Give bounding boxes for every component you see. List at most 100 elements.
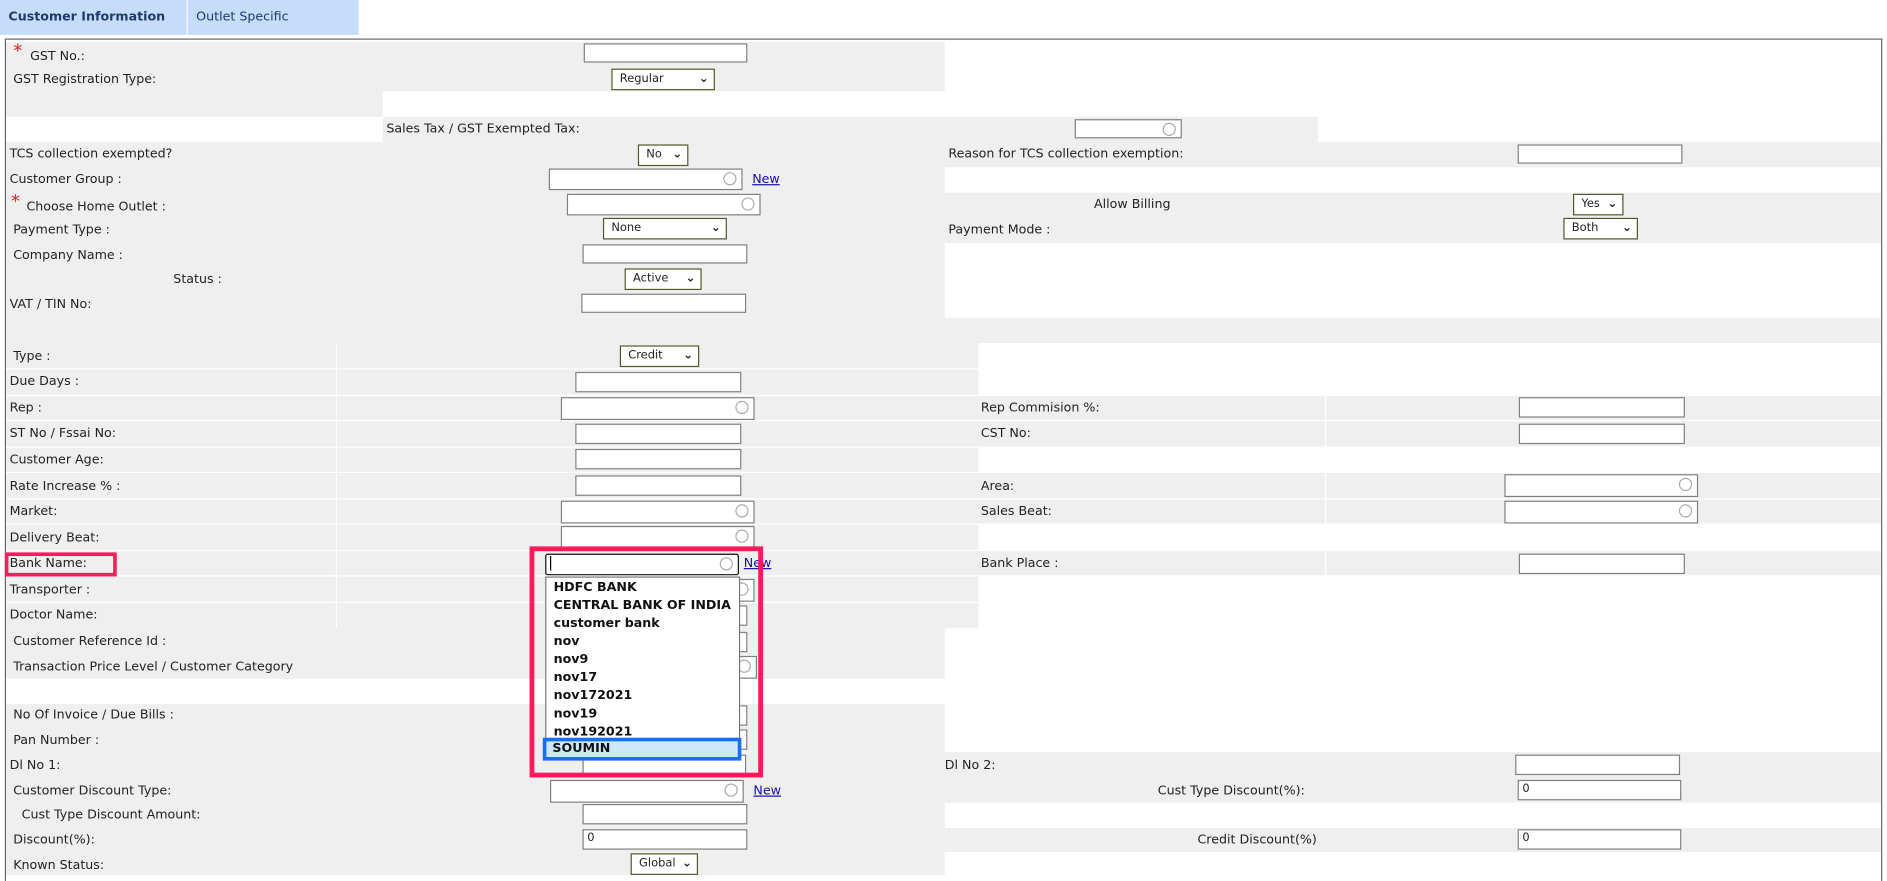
bank-place-input[interactable]: [1518, 553, 1685, 575]
transporter-label: Transporter :: [9, 582, 91, 597]
divider: [6, 523, 1882, 525]
cst-no-label: CST No:: [980, 426, 1031, 441]
sales-beat-input[interactable]: [1504, 500, 1699, 524]
status-select[interactable]: Active ⌄: [624, 268, 702, 291]
payment-type-select[interactable]: None ⌄: [602, 217, 727, 240]
rep-input[interactable]: [560, 397, 755, 421]
pan-label: Pan Number :: [13, 732, 100, 748]
credit-discount-input[interactable]: 0: [1517, 829, 1682, 850]
known-status-select[interactable]: Global ⌄: [630, 853, 699, 875]
required-marker: *: [10, 190, 20, 212]
row-bg: [6, 317, 1882, 343]
select-value: Global: [639, 856, 676, 871]
divider: [335, 342, 337, 629]
chevron-down-icon: ⌄: [685, 271, 696, 286]
due-days-label: Due Days :: [9, 374, 79, 389]
cust-discount-type-new-link[interactable]: New: [753, 783, 781, 797]
cust-discount-type-label: Customer Discount Type:: [13, 783, 172, 798]
vat-tin-input[interactable]: [581, 293, 747, 313]
select-value: Yes: [1581, 197, 1600, 211]
required-marker: *: [13, 39, 23, 62]
chevron-down-icon: ⌄: [683, 349, 694, 363]
market-input[interactable]: [560, 500, 755, 524]
select-value: Active: [633, 271, 669, 286]
delivery-beat-input[interactable]: [560, 525, 755, 549]
customer-age-input[interactable]: [575, 448, 742, 470]
gst-reg-type-label: GST Registration Type:: [13, 72, 157, 87]
chevron-down-icon: ⌄: [1607, 197, 1618, 211]
row-bg: [6, 243, 945, 318]
area-input[interactable]: [1504, 474, 1699, 498]
divider: [6, 601, 1882, 603]
cust-type-discount-amount-label: Cust Type Discount Amount:: [21, 807, 201, 822]
tab-outlet-specific[interactable]: Outlet Specific: [187, 0, 359, 35]
customer-ref-label: Customer Reference Id :: [13, 634, 167, 649]
known-status-label: Known Status:: [13, 858, 105, 873]
divider: [6, 471, 1882, 473]
credit-discount-label: Credit Discount(%): [1197, 832, 1317, 848]
company-name-label: Company Name :: [13, 247, 123, 263]
rep-commission-input[interactable]: [1518, 397, 1685, 418]
allow-billing-select[interactable]: Yes ⌄: [1572, 193, 1624, 216]
rate-increase-input[interactable]: [575, 475, 742, 496]
divider: [6, 498, 1882, 500]
row-bg: [6, 167, 945, 193]
sales-tax-exempt-label: Sales Tax / GST Exempted Tax:: [386, 121, 580, 136]
chevron-down-icon: ⌄: [698, 72, 709, 86]
discount-pct-input[interactable]: 0: [582, 829, 748, 850]
delivery-beat-label: Delivery Beat:: [9, 530, 100, 546]
select-value: Credit: [628, 349, 663, 363]
chevron-down-icon: ⌄: [710, 221, 721, 235]
cst-no-input[interactable]: [1518, 423, 1685, 445]
payment-type-label: Payment Type :: [13, 222, 110, 238]
st-no-label: ST No / Fssai No:: [9, 426, 117, 441]
market-label: Market:: [9, 504, 58, 519]
company-name-input[interactable]: [582, 244, 748, 264]
type-label: Type :: [13, 349, 51, 364]
due-days-input[interactable]: [575, 371, 742, 393]
type-select[interactable]: Credit ⌄: [619, 345, 700, 368]
customer-group-new-link[interactable]: New: [752, 172, 780, 186]
tcs-exempted-select[interactable]: No ⌄: [637, 144, 689, 167]
tab-customer-information[interactable]: Customer Information: [0, 0, 187, 35]
divider: [6, 549, 1882, 552]
home-outlet-input[interactable]: [566, 193, 761, 216]
cust-type-discount-amount-input[interactable]: [582, 803, 748, 825]
status-label: Status :: [173, 271, 222, 287]
cust-type-discount-pct-input[interactable]: 0: [1517, 779, 1682, 801]
area-label: Area:: [980, 478, 1015, 494]
customer-age-label: Customer Age:: [9, 452, 104, 467]
select-value: No: [646, 148, 662, 162]
sales-tax-exempt-input[interactable]: [1074, 119, 1182, 139]
select-value: Both: [1571, 221, 1599, 235]
customer-group-input[interactable]: [548, 168, 743, 191]
select-value: None: [611, 221, 642, 235]
dl2-input[interactable]: [1515, 754, 1681, 776]
customer-group-label: Customer Group :: [9, 172, 122, 187]
rep-commission-label: Rep Commision %:: [980, 400, 1100, 416]
st-no-input[interactable]: [575, 423, 742, 445]
divider: [6, 446, 1882, 448]
dl2-label: Dl No 2:: [944, 758, 996, 773]
chevron-down-icon: ⌄: [672, 148, 683, 162]
rate-increase-label: Rate Increase % :: [9, 478, 121, 494]
home-outlet-label: Choose Home Outlet :: [26, 199, 166, 215]
row-bg: [6, 91, 383, 117]
gst-reg-type-select[interactable]: Regular ⌄: [611, 68, 715, 91]
sales-beat-label: Sales Beat:: [980, 504, 1052, 519]
price-level-label: Transaction Price Level / Customer Categ…: [13, 659, 294, 674]
chevron-down-icon: ⌄: [1621, 221, 1632, 235]
cust-type-discount-pct-label: Cust Type Discount(%):: [1157, 783, 1305, 798]
allow-billing-label: Allow Billing: [1093, 197, 1171, 212]
row-bg: [978, 549, 1882, 577]
annotation-highlight-bank-dropdown: [529, 546, 764, 778]
annotation-highlight-bank-label: [4, 552, 117, 577]
tcs-reason-input[interactable]: [1517, 144, 1683, 164]
gst-no-input[interactable]: [583, 43, 748, 63]
payment-mode-select[interactable]: Both ⌄: [1563, 217, 1638, 240]
select-value: Regular: [619, 72, 664, 86]
row-bg: [6, 852, 945, 875]
cust-discount-type-input[interactable]: [549, 779, 744, 803]
doctor-name-label: Doctor Name:: [9, 607, 98, 623]
customer-form-page: Customer Information Outlet Specific * G…: [0, 0, 1887, 881]
